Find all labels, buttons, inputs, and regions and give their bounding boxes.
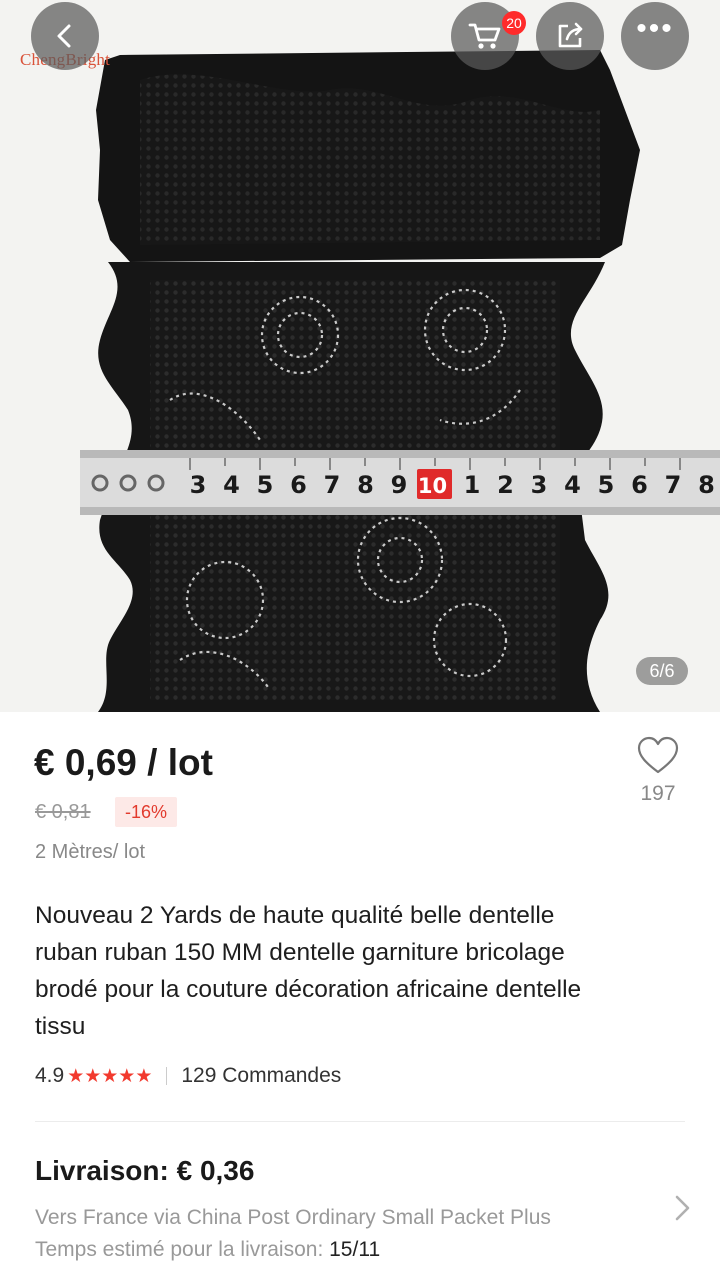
cart-icon	[468, 23, 501, 49]
image-counter: 6/6	[636, 657, 688, 685]
share-button[interactable]	[536, 2, 604, 70]
orders-count: 129 Commandes	[181, 1064, 342, 1087]
separator	[166, 1067, 168, 1085]
wishlist-count: 197	[640, 782, 676, 805]
ruler-number: 5	[257, 471, 274, 499]
shipping-eta[interactable]: Temps estimé pour la livraison: 15/11	[35, 1238, 380, 1262]
ruler-number: 8	[698, 471, 715, 499]
ruler-number: 4	[564, 471, 581, 499]
ruler-number: 7	[324, 471, 341, 499]
ruler-number: 2	[497, 471, 514, 499]
rating-row[interactable]: 4.9 ★★★★★ 129 Commandes	[35, 1062, 341, 1090]
ruler-number: 10	[418, 474, 447, 498]
ruler-number: 1	[464, 471, 481, 499]
ruler-number: 7	[665, 471, 682, 499]
product-photo: 345678910123456789	[0, 0, 720, 712]
cart-count-badge: 20	[502, 11, 526, 35]
shipping-title[interactable]: Livraison: € 0,36	[35, 1155, 254, 1187]
unit-label: 2 Mètres/ lot	[35, 841, 146, 863]
ruler-number: 4	[223, 471, 240, 499]
ruler-number: 6	[290, 471, 307, 499]
share-icon	[558, 22, 583, 48]
ruler-number: 5	[598, 471, 615, 499]
shipping-eta-date: 15/11	[329, 1238, 381, 1261]
discount-badge: -16%	[115, 797, 178, 827]
chevron-right-icon[interactable]	[672, 1193, 694, 1223]
heart-icon	[637, 736, 679, 774]
product-image-gallery[interactable]: 345678910123456789 ChengBright 20 ••• 6/…	[0, 0, 720, 712]
ruler-number: 3	[531, 471, 548, 499]
divider	[35, 1121, 685, 1122]
more-icon: •••	[636, 12, 674, 45]
ruler-number: 6	[631, 471, 648, 499]
original-price: € 0,81	[35, 801, 91, 823]
star-icon: ★★★★★	[67, 1065, 153, 1087]
back-icon	[57, 24, 71, 48]
rating-value: 4.9	[35, 1064, 65, 1087]
ruler-number: 3	[190, 471, 207, 499]
ruler-number: 8	[357, 471, 374, 499]
shipping-eta-label: Temps estimé pour la livraison:	[35, 1238, 330, 1261]
back-button[interactable]	[31, 2, 99, 70]
shipping-method[interactable]: Vers France via China Post Ordinary Smal…	[35, 1206, 551, 1230]
product-title: Nouveau 2 Yards de haute qualité belle d…	[35, 902, 582, 1040]
more-options-button[interactable]: •••	[621, 2, 689, 70]
ruler-number: 9	[391, 471, 408, 499]
price: € 0,69 / lot	[34, 742, 213, 783]
wishlist-button[interactable]	[634, 736, 682, 781]
